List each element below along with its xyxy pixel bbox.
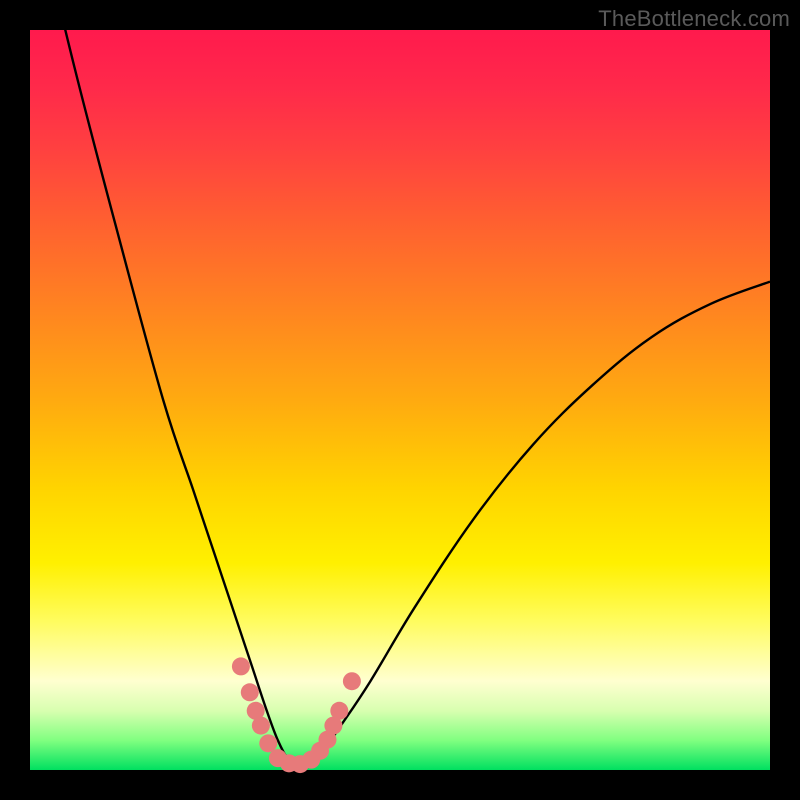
data-marker	[241, 683, 259, 701]
curve-group	[30, 0, 770, 766]
data-marker	[232, 657, 250, 675]
data-marker	[259, 734, 277, 752]
curve-right-branch	[296, 282, 770, 767]
data-marker	[330, 702, 348, 720]
chart-svg	[30, 30, 770, 770]
data-marker	[343, 672, 361, 690]
curve-left-branch	[30, 0, 296, 766]
watermark-text: TheBottleneck.com	[598, 6, 790, 32]
chart-frame: TheBottleneck.com	[0, 0, 800, 800]
marker-group	[232, 657, 361, 773]
data-marker	[252, 717, 270, 735]
